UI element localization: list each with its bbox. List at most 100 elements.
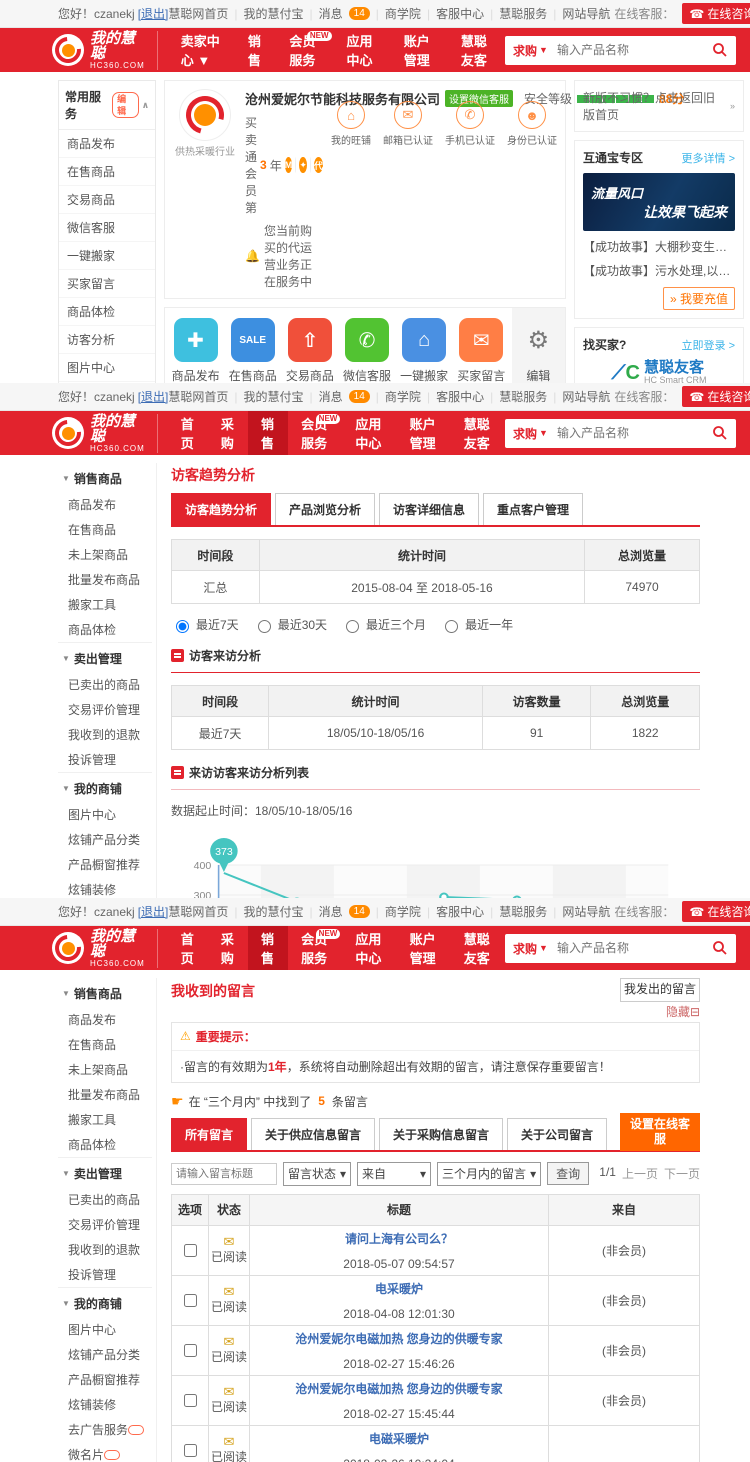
row-checkbox[interactable] [184, 1244, 197, 1257]
nav-home[interactable]: 首页 [168, 411, 208, 455]
sidebar-item[interactable]: 炫铺装修 [58, 877, 152, 898]
sent-messages-button[interactable]: 我发出的留言 [620, 978, 700, 1002]
nav-sales[interactable]: 销售 [235, 28, 277, 72]
sidebar-item-buyer-messages[interactable]: 买家留言 [59, 270, 155, 298]
row-checkbox[interactable] [184, 1444, 197, 1457]
sidebar-item[interactable]: 已卖出的商品 [58, 1187, 152, 1212]
topbar-link-messages[interactable]: 消息 [319, 5, 343, 22]
set-online-service-button[interactable]: 设置在线客服 [620, 1113, 700, 1151]
sidebar-item[interactable]: 投诉管理 [58, 1262, 152, 1287]
recharge-button[interactable]: » 我要充值 [663, 287, 735, 310]
topbar-link-huifubao[interactable]: 我的慧付宝 [244, 388, 304, 405]
nav-purchase[interactable]: 采购 [208, 926, 248, 970]
sidebar-item-publish[interactable]: 商品发布 [59, 130, 155, 158]
online-consult-button[interactable]: ☎在线咨询 [682, 3, 750, 24]
topbar-link-messages[interactable]: 消息 [319, 388, 343, 405]
shortcut-messages[interactable]: ✉买家留言 [455, 318, 508, 383]
sidebar-item-product-check[interactable]: 商品体检 [59, 298, 155, 326]
sidebar-item[interactable]: 我收到的退款 [58, 1237, 152, 1262]
search-icon[interactable] [712, 425, 728, 441]
sidebar-item[interactable]: 投诉管理 [58, 747, 152, 772]
topbar-link-sitemap[interactable]: 网站导航 [562, 5, 610, 22]
nav-hc-crm[interactable]: 慧聪友客 [451, 411, 505, 455]
topbar-link-college[interactable]: 商学院 [385, 903, 421, 920]
nav-account[interactable]: 账户管理 [391, 28, 448, 72]
sidebar-item[interactable]: 批量发布商品 [58, 567, 152, 592]
row-checkbox[interactable] [184, 1344, 197, 1357]
sidebar-group-sold-mgmt[interactable]: ▼卖出管理 [58, 1157, 152, 1187]
radio-last-7-days[interactable]: 最近7天 [171, 616, 239, 633]
tab-all-messages[interactable]: 所有留言 [171, 1118, 247, 1150]
sidebar-item-visitor-analysis[interactable]: 访客分析 [59, 326, 155, 354]
topbar-link-home[interactable]: 慧聪网首页 [168, 388, 228, 405]
site-logo[interactable]: 我的慧聪 HC360.COM [52, 31, 158, 70]
sidebar-item[interactable]: 搬家工具 [58, 1107, 152, 1132]
sidebar-item[interactable]: 产品橱窗推荐 [58, 1367, 152, 1392]
sidebar-item[interactable]: 商品体检 [58, 617, 152, 642]
tab-purchase-messages[interactable]: 关于采购信息留言 [379, 1118, 503, 1150]
message-count-badge[interactable]: 14 [349, 390, 370, 403]
topbar-link-hc-service[interactable]: 慧聪服务 [499, 903, 547, 920]
nav-hc-crm[interactable]: 慧聪友客 [448, 28, 505, 72]
sidebar-item[interactable]: 已卖出的商品 [58, 672, 152, 697]
message-title-link[interactable]: 电采暖炉 [375, 1282, 423, 1296]
message-count-badge[interactable]: 14 [349, 905, 370, 918]
topbar-link-college[interactable]: 商学院 [385, 5, 421, 22]
topbar-link-messages[interactable]: 消息 [319, 903, 343, 920]
search-input[interactable] [555, 940, 712, 956]
collapse-icon[interactable]: ∧ [142, 100, 149, 111]
search-input[interactable] [555, 42, 712, 58]
sidebar-item[interactable]: 交易评价管理 [58, 1212, 152, 1237]
message-title-link[interactable]: 沧州爱妮尔电磁加热 您身边的供暖专家 [295, 1332, 502, 1346]
nav-account[interactable]: 账户管理 [397, 926, 451, 970]
search-category-select[interactable]: 求购▼ [513, 42, 548, 59]
radio-last-30-days[interactable]: 最近30天 [253, 616, 327, 633]
hide-toggle[interactable]: 隐藏⊟ [171, 1003, 700, 1020]
sidebar-item[interactable]: 炫铺产品分类 [58, 1342, 152, 1367]
sidebar-item-image-center[interactable]: 图片中心 [59, 354, 155, 382]
message-title-input[interactable] [171, 1163, 277, 1185]
prev-page-link[interactable]: 上一页 [622, 1165, 658, 1182]
topbar-link-home[interactable]: 慧聪网首页 [168, 903, 228, 920]
search-category-select[interactable]: 求购▼ [513, 425, 548, 442]
logout-link[interactable]: [退出] [138, 388, 169, 405]
nav-apps[interactable]: 应用中心 [342, 411, 396, 455]
search-icon[interactable] [712, 42, 728, 58]
shortcut-mover[interactable]: ⌂一键搬家 [398, 318, 451, 383]
topbar-link-service-center[interactable]: 客服中心 [436, 903, 484, 920]
search-category-select[interactable]: 求购▼ [513, 940, 548, 957]
online-consult-button[interactable]: ☎在线咨询 [682, 901, 750, 922]
identity-verified[interactable]: ☻身份已认证 [507, 101, 557, 147]
next-page-link[interactable]: 下一页 [664, 1165, 700, 1182]
sidebar-item-ad-service[interactable]: 去广告服务 [58, 1417, 152, 1442]
sidebar-item[interactable]: 商品发布 [58, 492, 152, 517]
sidebar-item[interactable]: 商品发布 [58, 1007, 152, 1032]
nav-apps[interactable]: 应用中心 [334, 28, 391, 72]
sidebar-item[interactable]: 图片中心 [58, 802, 152, 827]
from-select[interactable]: 来自▾ [357, 1162, 431, 1186]
sidebar-item[interactable]: 炫铺产品分类 [58, 827, 152, 852]
nav-apps[interactable]: 应用中心 [342, 926, 396, 970]
sidebar-item-wechat-service[interactable]: 微信客服 [59, 214, 155, 242]
shortcut-edit[interactable]: ⚙编辑 [512, 308, 565, 383]
sidebar-item[interactable]: 我收到的退款 [58, 722, 152, 747]
sidebar-item[interactable]: 未上架商品 [58, 1057, 152, 1082]
tab-visitor-details[interactable]: 访客详细信息 [379, 493, 479, 525]
promo-banner[interactable]: 流量风口让效果飞起来 [583, 173, 735, 231]
topbar-link-huifubao[interactable]: 我的慧付宝 [244, 5, 304, 22]
shortcut-onsale[interactable]: SALE在售商品 [226, 318, 279, 383]
nav-hc-crm[interactable]: 慧聪友客 [451, 926, 505, 970]
sidebar-group-sale-products[interactable]: ▼销售商品 [58, 463, 152, 492]
sidebar-item[interactable]: 炫铺装修 [58, 1392, 152, 1417]
nav-sales[interactable]: 销售 [248, 411, 288, 455]
sidebar-group-my-shop[interactable]: ▼我的商铺 [58, 772, 152, 802]
my-shop-link[interactable]: ⌂我的旺铺 [331, 101, 371, 147]
sidebar-item[interactable]: 商品体检 [58, 1132, 152, 1157]
nav-home[interactable]: 首页 [168, 926, 208, 970]
tab-key-customers[interactable]: 重点客户管理 [483, 493, 583, 525]
message-title-link[interactable]: 请问上海有公司么？ [345, 1232, 453, 1246]
success-story-1[interactable]: 【成功故事】大棚秒变生态餐厅 互通宝带你... [583, 238, 735, 255]
tab-product-views[interactable]: 产品浏览分析 [275, 493, 375, 525]
row-checkbox[interactable] [184, 1394, 197, 1407]
query-button[interactable]: 查询 [547, 1162, 589, 1185]
